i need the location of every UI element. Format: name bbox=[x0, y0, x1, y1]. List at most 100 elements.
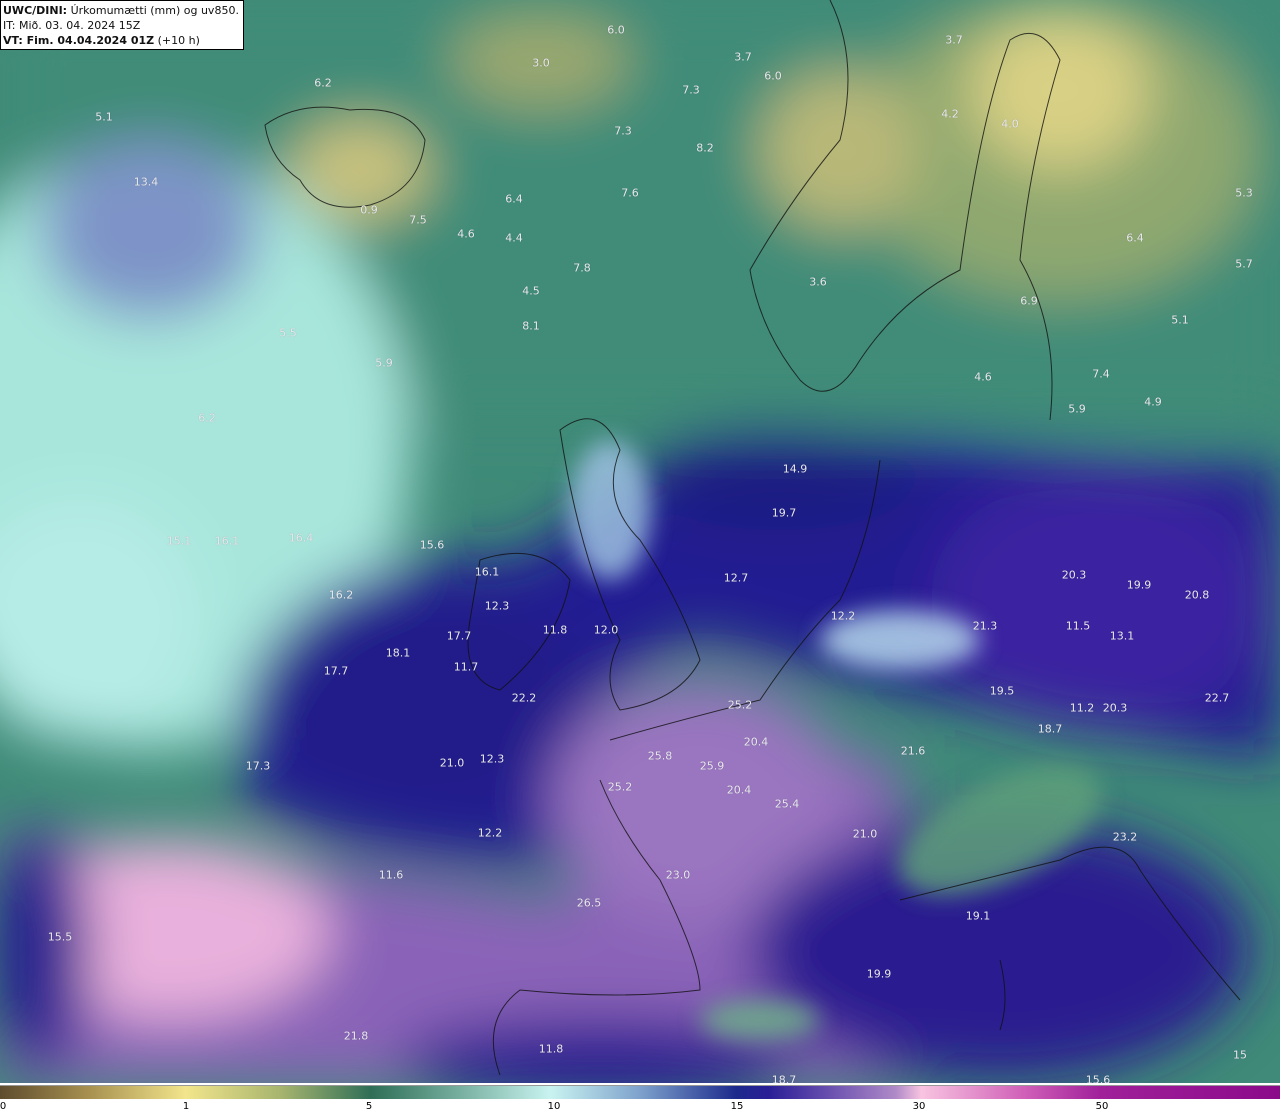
map-value-label: 26.5 bbox=[576, 896, 602, 910]
initial-time: IT: Mið. 03. 04. 2024 15Z bbox=[3, 19, 141, 32]
map-value-label: 7.3 bbox=[682, 83, 700, 97]
map-value-label: 6.0 bbox=[607, 23, 625, 37]
map-value-label: 16.1 bbox=[214, 534, 240, 548]
map-value-label: 0.9 bbox=[360, 203, 378, 217]
map-value-label: 18.1 bbox=[385, 646, 411, 660]
map-value-label: 4.2 bbox=[941, 107, 959, 121]
map-value-label: 22.2 bbox=[511, 691, 537, 705]
map-value-label: 15.1 bbox=[166, 534, 192, 548]
colorbar: 0 1 5 10 15 30 50 bbox=[0, 1083, 1280, 1115]
map-value-label: 7.4 bbox=[1092, 367, 1110, 381]
map-value-label: 14.9 bbox=[782, 462, 808, 476]
map-value-label: 12.2 bbox=[830, 609, 856, 623]
map-value-label: 16.2 bbox=[328, 588, 354, 602]
map-value-label: 11.8 bbox=[538, 1042, 564, 1056]
map-value-label: 7.5 bbox=[409, 213, 427, 227]
map-value-label: 6.2 bbox=[198, 411, 216, 425]
map-value-label: 16.1 bbox=[474, 565, 500, 579]
map-value-label: 5.7 bbox=[1235, 257, 1253, 271]
map-value-label: 3.7 bbox=[945, 33, 963, 47]
title-box: UWC/DINI: Úrkomumætti (mm) og uv850. IT:… bbox=[0, 0, 244, 50]
map-value-label: 20.3 bbox=[1102, 701, 1128, 715]
map-value-label: 20.4 bbox=[743, 735, 769, 749]
map-value-label: 16.4 bbox=[288, 531, 314, 545]
map-value-label: 6.2 bbox=[314, 76, 332, 90]
map-value-label: 12.7 bbox=[723, 571, 749, 585]
map-value-label: 7.3 bbox=[614, 124, 632, 138]
colorbar-tick: 15 bbox=[730, 1101, 744, 1112]
map-value-label: 15 bbox=[1233, 1048, 1247, 1062]
map-value-label: 19.9 bbox=[866, 967, 892, 981]
map-value-label: 8.2 bbox=[696, 141, 714, 155]
colorbar-tick: 10 bbox=[547, 1101, 561, 1112]
map-value-label: 7.8 bbox=[573, 261, 591, 275]
map-value-label: 3.0 bbox=[532, 56, 550, 70]
map-value-label: 15.6 bbox=[419, 538, 445, 552]
map-value-label: 21.0 bbox=[439, 756, 465, 770]
map-value-label: 21.6 bbox=[900, 744, 926, 758]
map-value-label: 12.3 bbox=[479, 752, 505, 766]
map-value-label: 17.7 bbox=[446, 629, 472, 643]
map-value-label: 11.7 bbox=[453, 660, 479, 674]
map-value-label: 5.9 bbox=[1068, 402, 1086, 416]
map-value-label: 4.5 bbox=[522, 284, 540, 298]
map-value-label: 5.3 bbox=[1235, 186, 1253, 200]
map-value-label: 11.2 bbox=[1069, 701, 1095, 715]
map-value-label: 23.0 bbox=[665, 868, 691, 882]
map-value-label: 25.9 bbox=[699, 759, 725, 773]
map-value-label: 25.2 bbox=[607, 780, 633, 794]
map-value-label: 4.9 bbox=[1144, 395, 1162, 409]
colorbar-gradient bbox=[0, 1085, 1280, 1099]
colorbar-tick: 1 bbox=[182, 1101, 190, 1112]
map-value-label: 21.8 bbox=[343, 1029, 369, 1043]
map-value-label: 6.9 bbox=[1020, 294, 1038, 308]
colorbar-tick: 0 bbox=[0, 1101, 7, 1112]
map-value-label: 20.8 bbox=[1184, 588, 1210, 602]
valid-time: VT: Fim. 04.04.2024 01Z bbox=[3, 34, 155, 47]
map-value-label: 21.0 bbox=[852, 827, 878, 841]
lead-time: (+10 h) bbox=[157, 34, 200, 47]
map-value-label: 11.6 bbox=[378, 868, 404, 882]
map-value-label: 17.3 bbox=[245, 759, 271, 773]
map-value-label: 25.2 bbox=[727, 698, 753, 712]
colorbar-tick: 50 bbox=[1095, 1101, 1109, 1112]
precipitable-water-map[interactable] bbox=[0, 0, 1280, 1083]
map-value-label: 15.5 bbox=[47, 930, 73, 944]
map-value-label: 5.1 bbox=[1171, 313, 1189, 327]
map-value-label: 20.4 bbox=[726, 783, 752, 797]
map-value-label: 3.7 bbox=[734, 50, 752, 64]
map-value-label: 19.7 bbox=[771, 506, 797, 520]
map-value-label: 5.5 bbox=[279, 326, 297, 340]
map-value-label: 5.1 bbox=[95, 110, 113, 124]
map-value-label: 11.8 bbox=[542, 623, 568, 637]
map-value-label: 6.0 bbox=[764, 69, 782, 83]
map-value-label: 8.1 bbox=[522, 319, 540, 333]
map-value-label: 17.7 bbox=[323, 664, 349, 678]
map-value-label: 5.9 bbox=[375, 356, 393, 370]
map-value-label: 7.6 bbox=[621, 186, 639, 200]
map-value-label: 12.3 bbox=[484, 599, 510, 613]
map-value-label: 6.4 bbox=[1126, 231, 1144, 245]
map-value-label: 4.4 bbox=[505, 231, 523, 245]
map-value-label: 4.6 bbox=[457, 227, 475, 241]
map-value-label: 20.3 bbox=[1061, 568, 1087, 582]
map-value-label: 19.1 bbox=[965, 909, 991, 923]
map-value-label: 25.4 bbox=[774, 797, 800, 811]
map-value-label: 23.2 bbox=[1112, 830, 1138, 844]
map-value-label: 22.7 bbox=[1204, 691, 1230, 705]
map-value-label: 13.4 bbox=[133, 175, 159, 189]
colorbar-tick: 5 bbox=[365, 1101, 373, 1112]
map-value-label: 6.4 bbox=[505, 192, 523, 206]
map-value-label: 4.0 bbox=[1001, 117, 1019, 131]
colorbar-tick: 30 bbox=[912, 1101, 926, 1112]
parameter-name: Úrkomumætti (mm) og uv850. bbox=[70, 4, 239, 17]
map-value-label: 12.2 bbox=[477, 826, 503, 840]
map-value-label: 25.8 bbox=[647, 749, 673, 763]
map-value-label: 13.1 bbox=[1109, 629, 1135, 643]
map-value-label: 21.3 bbox=[972, 619, 998, 633]
map-value-label: 19.5 bbox=[989, 684, 1015, 698]
map-value-label: 19.9 bbox=[1126, 578, 1152, 592]
map-value-label: 12.0 bbox=[593, 623, 619, 637]
map-value-label: 18.7 bbox=[1037, 722, 1063, 736]
map-value-label: 11.5 bbox=[1065, 619, 1091, 633]
